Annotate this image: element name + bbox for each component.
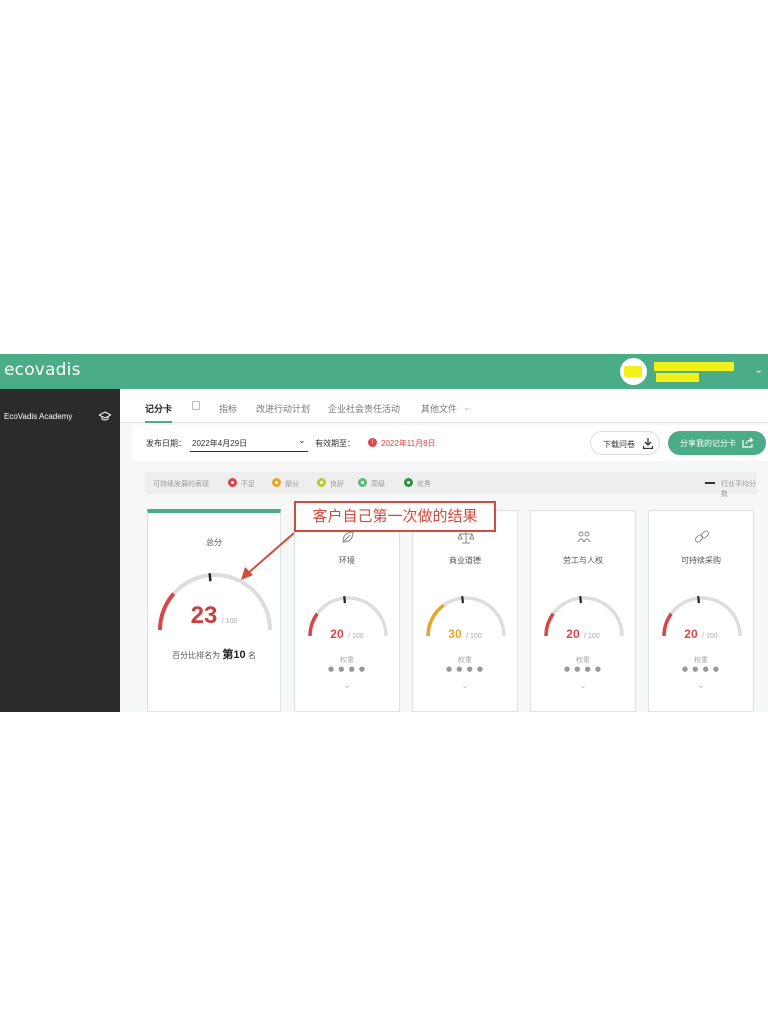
legend-label-insufficient: 不足 — [241, 481, 255, 488]
share-scorecard-button[interactable]: 分享我的记分卡 — [668, 431, 766, 455]
weight-label: 权重 — [458, 657, 472, 664]
overall-score-max: / 100 — [221, 618, 238, 625]
chain-icon — [694, 530, 710, 543]
publish-date-label: 发布日期： — [146, 439, 186, 448]
main-content: 记分卡 指标 改进行动计划 企业社会责任活动 其他文件 ⌄ 发布日期： 2022… — [120, 389, 768, 712]
tab-other-documents[interactable]: 其他文件 — [421, 402, 457, 415]
screenshot-area: ecovadis ⌄ EcoVadis Academy 记分卡 指标 改进行动计… — [0, 354, 768, 712]
chevron-down-icon[interactable]: ⌄ — [298, 436, 306, 446]
graduation-cap-icon — [99, 411, 111, 421]
theme-title: 劳工与人权 — [563, 556, 603, 565]
theme-score: 30 / 100 — [413, 625, 517, 643]
rank-suffix: 名 — [247, 651, 256, 660]
share-icon — [742, 437, 754, 448]
weight-label: 权重 — [576, 657, 590, 664]
theme-score: 20 / 100 — [295, 625, 399, 643]
theme-score-value: 20 — [684, 627, 698, 641]
document-icon[interactable] — [192, 401, 200, 410]
legend-label-outstanding: 优秀 — [417, 481, 431, 488]
chevron-down-icon[interactable]: ⌄ — [295, 681, 399, 691]
legend-label-good: 良好 — [330, 481, 344, 488]
theme-score-max: / 100 — [348, 633, 364, 640]
rank-value: 第10 — [222, 649, 246, 661]
weight-dots: ● ● ● ● — [681, 665, 721, 673]
active-tab-indicator — [145, 421, 172, 423]
weight-dots: ● ● ● ● — [327, 665, 367, 673]
chevron-down-icon[interactable]: ⌄ — [649, 681, 753, 691]
tab-bar: 记分卡 指标 改进行动计划 企业社会责任活动 其他文件 ⌄ — [120, 389, 768, 423]
industry-average-label: 行业平均分数 — [721, 481, 756, 498]
download-icon — [643, 438, 653, 449]
valid-until-value: 2022年11月8日 — [381, 439, 436, 448]
tab-scorecard[interactable]: 记分卡 — [145, 402, 172, 415]
sidebar: EcoVadis Academy — [0, 389, 120, 712]
redacted-username — [654, 362, 734, 371]
tab-indicators[interactable]: 指标 — [219, 402, 237, 415]
legend-dot-outstanding — [404, 478, 413, 487]
percentile-rank: 百分比排名为 第10 名 — [148, 646, 280, 662]
chevron-down-icon[interactable]: ⌄ — [754, 363, 763, 376]
chevron-down-icon[interactable]: ⌄ — [531, 681, 635, 691]
theme-card[interactable]: 劳工与人权 20 / 100 权重 ● ● ● ● ⌄ — [530, 510, 636, 712]
theme-title: 可持续采购 — [681, 556, 721, 565]
theme-card[interactable]: 可持续采购 20 / 100 权重 ● ● ● ● ⌄ — [648, 510, 754, 712]
people-icon — [577, 531, 591, 543]
sidebar-item-academy[interactable]: EcoVadis Academy — [4, 412, 72, 421]
theme-score-value: 20 — [330, 627, 344, 641]
theme-score-value: 20 — [566, 627, 580, 641]
download-questionnaire-button[interactable]: 下载问卷 — [590, 431, 660, 455]
share-button-label: 分享我的记分卡 — [680, 439, 736, 448]
legend-dot-good — [317, 478, 326, 487]
alert-icon: ! — [368, 438, 377, 447]
user-avatar[interactable] — [620, 358, 647, 385]
tab-csr-activities[interactable]: 企业社会责任活动 — [328, 402, 400, 415]
theme-score-max: / 100 — [584, 633, 600, 640]
legend-bar: 可持续发展的表现 不足 部分 良好 高级 优秀 行业平均分数 — [145, 472, 757, 498]
theme-title: 商业道德 — [449, 556, 481, 565]
top-bar: ecovadis ⌄ — [0, 354, 768, 389]
theme-score-value: 30 — [448, 627, 462, 641]
ecovadis-logo: ecovadis — [4, 360, 81, 380]
theme-score: 20 / 100 — [531, 625, 635, 643]
chevron-down-icon[interactable]: ⌄ — [463, 402, 471, 413]
theme-score-max: / 100 — [702, 633, 718, 640]
legend-label-partial: 部分 — [285, 481, 299, 488]
legend-intro: 可持续发展的表现 — [153, 481, 209, 488]
select-underline — [190, 451, 308, 452]
theme-card[interactable]: 环境 20 / 100 权重 ● ● ● ● ⌄ — [294, 510, 400, 712]
tab-action-plan[interactable]: 改进行动计划 — [256, 402, 310, 415]
legend-label-advanced: 高级 — [371, 481, 385, 488]
rank-prefix: 百分比排名为 — [172, 651, 221, 660]
overall-score: 23 / 100 — [148, 602, 280, 630]
chevron-down-icon[interactable]: ⌄ — [413, 681, 517, 691]
overall-score-value: 23 — [190, 602, 218, 629]
annotation-arrow — [241, 532, 295, 580]
theme-title: 环境 — [339, 556, 355, 565]
legend-dot-insufficient — [228, 478, 237, 487]
weight-dots: ● ● ● ● — [563, 665, 603, 673]
redacted-company — [656, 373, 699, 382]
legend-dot-partial — [272, 478, 281, 487]
annotation-callout: 客户自己第一次做的结果 — [294, 501, 496, 532]
theme-score-max: / 100 — [466, 633, 482, 640]
theme-card[interactable]: 商业道德 30 / 100 权重 ● ● ● ● ⌄ — [412, 510, 518, 712]
valid-until-label: 有效期至： — [315, 439, 355, 448]
industry-average-marker — [705, 482, 715, 484]
download-button-label: 下载问卷 — [603, 440, 635, 449]
weight-label: 权重 — [694, 657, 708, 664]
theme-score: 20 / 100 — [649, 625, 753, 643]
publish-date-select[interactable]: 2022年4月29日 — [192, 438, 247, 449]
weight-label: 权重 — [340, 657, 354, 664]
filter-bar: 发布日期： 2022年4月29日 ⌄ 有效期至： ! 2022年11月8日 下载… — [132, 425, 768, 461]
weight-dots: ● ● ● ● — [445, 665, 485, 673]
legend-dot-advanced — [358, 478, 367, 487]
